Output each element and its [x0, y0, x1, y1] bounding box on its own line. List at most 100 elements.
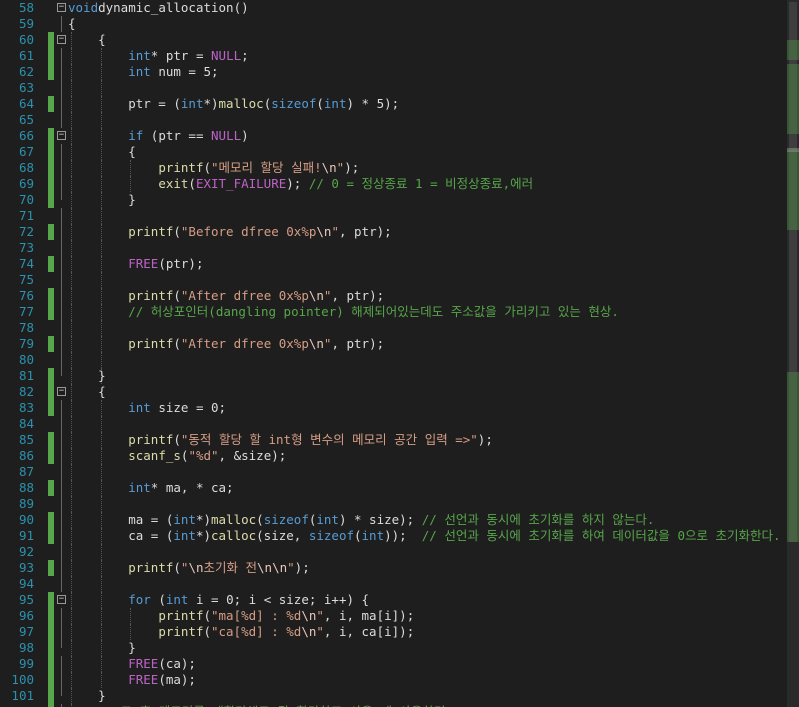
- code-line[interactable]: 92: [0, 544, 787, 560]
- code-text[interactable]: ptr = (int*)malloc(sizeof(int) * 5);: [68, 96, 399, 112]
- code-text[interactable]: if (ptr == NULL): [68, 128, 248, 144]
- code-line[interactable]: 58 − voiddynamic_allocation(): [0, 0, 787, 16]
- code-line[interactable]: 83 int size = 0;: [0, 400, 787, 416]
- code-line[interactable]: 88 int* ma, * ca;: [0, 480, 787, 496]
- code-text[interactable]: }: [68, 640, 136, 656]
- code-line[interactable]: 85 printf("동적 할당 할 int형 변수의 메모리 공간 입력 =>…: [0, 432, 787, 448]
- code-text[interactable]: int* ma, * ca;: [68, 480, 234, 496]
- code-line[interactable]: 81 }: [0, 368, 787, 384]
- fold-guide-line: [61, 480, 62, 496]
- code-line[interactable]: 76 printf("After dfree 0x%p\n", ptr);: [0, 288, 787, 304]
- code-text[interactable]: voiddynamic_allocation(): [68, 0, 249, 16]
- collapse-toggle-icon[interactable]: −: [57, 595, 66, 604]
- code-line[interactable]: 73: [0, 240, 787, 256]
- code-line[interactable]: 70 }: [0, 192, 787, 208]
- collapse-toggle-icon[interactable]: −: [57, 387, 66, 396]
- code-line[interactable]: 96 printf("ma[%d] : %d\n", i, ma[i]);: [0, 608, 787, 624]
- code-text[interactable]: {: [68, 32, 106, 48]
- code-token: \n: [301, 624, 317, 639]
- code-token: int: [361, 528, 385, 543]
- code-line[interactable]: 75: [0, 272, 787, 288]
- line-number: 76: [18, 288, 34, 303]
- code-text[interactable]: for (int i = 0; i < size; i++) {: [68, 592, 369, 608]
- code-line[interactable]: 89: [0, 496, 787, 512]
- code-line[interactable]: 77 // 허상포인터(dangling pointer) 해제되어있는데도 주…: [0, 304, 787, 320]
- code-line[interactable]: 101 }: [0, 688, 787, 704]
- code-line[interactable]: 93 printf("\n초기화 전\n\n");: [0, 560, 787, 576]
- code-text[interactable]: printf("After dfree 0x%p\n", ptr);: [68, 336, 384, 352]
- code-text[interactable]: printf("Before dfree 0x%p\n", ptr);: [68, 224, 391, 240]
- code-text[interactable]: // 허상포인터(dangling pointer) 해제되어있는데도 주소값을…: [68, 304, 619, 320]
- code-text[interactable]: ca = (int*)calloc(size, sizeof(int)); //…: [68, 528, 780, 544]
- line-number: 94: [18, 576, 34, 591]
- code-line[interactable]: 98 }: [0, 640, 787, 656]
- code-token: EXIT_FAILURE: [195, 176, 287, 191]
- code-line[interactable]: 82 − {: [0, 384, 787, 400]
- code-text[interactable]: printf("메모리 할당 실패!\n");: [68, 160, 359, 176]
- code-text[interactable]: }: [68, 192, 136, 208]
- code-text[interactable]: FREE(ma);: [68, 672, 196, 688]
- code-line[interactable]: 100 FREE(ma);: [0, 672, 787, 688]
- code-text[interactable]: FREE(ca);: [68, 656, 196, 672]
- code-text[interactable]: {: [68, 144, 136, 160]
- collapse-toggle-icon[interactable]: −: [57, 3, 66, 12]
- code-editor[interactable]: 58− voiddynamic_allocation() 59{60− {61 in…: [0, 0, 787, 707]
- line-number: 97: [18, 624, 34, 639]
- code-line[interactable]: 59 {: [0, 16, 787, 32]
- code-line[interactable]: 65: [0, 112, 787, 128]
- fold-guide-line: [61, 576, 62, 592]
- code-text[interactable]: int* ptr = NULL;: [68, 48, 248, 64]
- code-line[interactable]: 61 int* ptr = NULL;: [0, 48, 787, 64]
- code-text[interactable]: {: [68, 384, 106, 400]
- code-text[interactable]: scanf_s("%d", &size);: [68, 448, 286, 464]
- code-line[interactable]: 74 FREE(ptr);: [0, 256, 787, 272]
- change-marker: [48, 656, 54, 672]
- code-line[interactable]: 66 − if (ptr == NULL): [0, 128, 787, 144]
- code-text[interactable]: {: [68, 16, 76, 32]
- code-line[interactable]: 97 printf("ca[%d] : %d\n", i, ca[i]);: [0, 624, 787, 640]
- code-text[interactable]: int num = 5;: [68, 64, 218, 80]
- code-token: "After dfree 0x%p: [180, 336, 309, 351]
- code-line[interactable]: 64 ptr = (int*)malloc(sizeof(int) * 5);: [0, 96, 787, 112]
- code-text[interactable]: }: [68, 688, 106, 704]
- code-text[interactable]: ma = (int*)malloc(sizeof(int) * size); /…: [68, 512, 654, 528]
- code-line[interactable]: 78: [0, 320, 787, 336]
- collapse-toggle-icon[interactable]: −: [57, 35, 66, 44]
- code-text[interactable]: FREE(ptr);: [68, 256, 203, 272]
- fold-guide-line: [61, 336, 62, 352]
- code-line[interactable]: 72 printf("Before dfree 0x%p\n", ptr);: [0, 224, 787, 240]
- code-line[interactable]: 86 scanf_s("%d", &size);: [0, 448, 787, 464]
- code-text[interactable]: exit(EXIT_FAILURE); // 0 = 정상종료 1 = 비정상종…: [68, 176, 533, 192]
- code-line[interactable]: 94: [0, 576, 787, 592]
- code-line[interactable]: 62 int num = 5;: [0, 64, 787, 80]
- code-text[interactable]: int size = 0;: [68, 400, 226, 416]
- line-number: 87: [18, 464, 34, 479]
- code-line[interactable]: 67 {: [0, 144, 787, 160]
- code-text[interactable]: }: [68, 368, 106, 384]
- code-line[interactable]: 90 ma = (int*)malloc(sizeof(int) * size)…: [0, 512, 787, 528]
- code-line[interactable]: 91 ca = (int*)calloc(size, sizeof(int));…: [0, 528, 787, 544]
- code-text[interactable]: printf("\n초기화 전\n\n");: [68, 560, 310, 576]
- collapse-toggle-icon[interactable]: −: [57, 131, 66, 140]
- code-line[interactable]: 95 − for (int i = 0; i < size; i++) {: [0, 592, 787, 608]
- code-line[interactable]: 71: [0, 208, 787, 224]
- code-line[interactable]: 87: [0, 464, 787, 480]
- code-token: * ma, * ca;: [150, 480, 234, 495]
- code-text[interactable]: printf("ca[%d] : %d\n", i, ca[i]);: [68, 624, 414, 640]
- vertical-scrollbar[interactable]: [787, 0, 799, 707]
- code-line[interactable]: 69 exit(EXIT_FAILURE); // 0 = 정상종료 1 = 비…: [0, 176, 787, 192]
- code-line[interactable]: 84: [0, 416, 787, 432]
- code-text[interactable]: printf("After dfree 0x%p\n", ptr);: [68, 288, 384, 304]
- code-line[interactable]: 68 printf("메모리 할당 실패!\n");: [0, 160, 787, 176]
- code-line[interactable]: 99 FREE(ca);: [0, 656, 787, 672]
- line-number: 99: [18, 656, 34, 671]
- code-text[interactable]: printf("ma[%d] : %d\n", i, ma[i]);: [68, 608, 414, 624]
- code-text[interactable]: printf("동적 할당 할 int형 변수의 메모리 공간 입력 =>");: [68, 432, 493, 448]
- code-line[interactable]: 60 − {: [0, 32, 787, 48]
- code-line[interactable]: 63: [0, 80, 787, 96]
- code-line[interactable]: 79 printf("After dfree 0x%p\n", ptr);: [0, 336, 787, 352]
- code-line[interactable]: 80: [0, 352, 787, 368]
